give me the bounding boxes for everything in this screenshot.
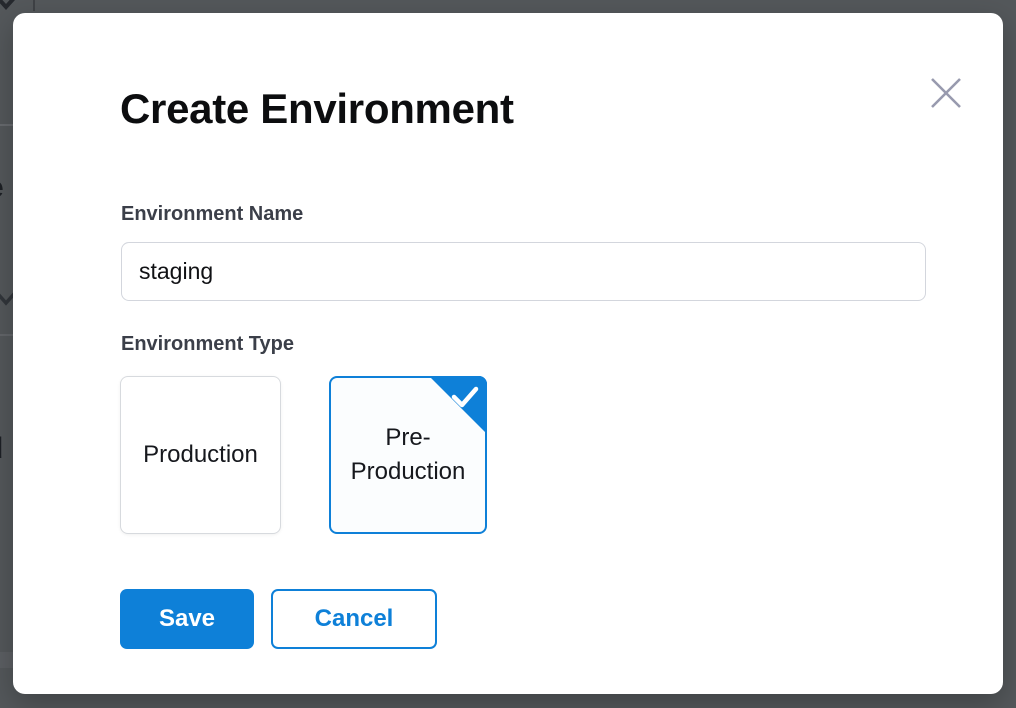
environment-name-label: Environment Name: [121, 202, 303, 226]
chevron-down-icon: [0, 0, 19, 13]
backdrop-highlight: [0, 652, 13, 668]
environment-name-input[interactable]: [121, 242, 926, 301]
create-environment-modal: Create Environment Environment Name Envi…: [13, 13, 1003, 694]
save-button[interactable]: Save: [120, 589, 254, 649]
backdrop-divider: [0, 334, 13, 336]
environment-type-label: Environment Type: [121, 332, 294, 356]
cancel-button[interactable]: Cancel: [271, 589, 437, 649]
backdrop-divider-vertical: [33, 0, 35, 11]
backdrop-text-fragment: e: [0, 171, 4, 205]
backdrop-text-fragment: d: [0, 432, 3, 466]
environment-type-option-label: Production: [143, 438, 258, 472]
modal-title: Create Environment: [120, 83, 514, 136]
screen: e d Create Environment Environment Name …: [0, 0, 1016, 708]
check-icon: [450, 384, 480, 410]
environment-type-option-label: Pre-Production: [339, 421, 477, 489]
close-icon: [928, 75, 964, 111]
environment-type-option-production[interactable]: Production: [120, 376, 281, 534]
backdrop-divider: [0, 124, 13, 126]
close-button[interactable]: [922, 69, 970, 117]
environment-type-option-pre-production[interactable]: Pre-Production: [329, 376, 487, 534]
